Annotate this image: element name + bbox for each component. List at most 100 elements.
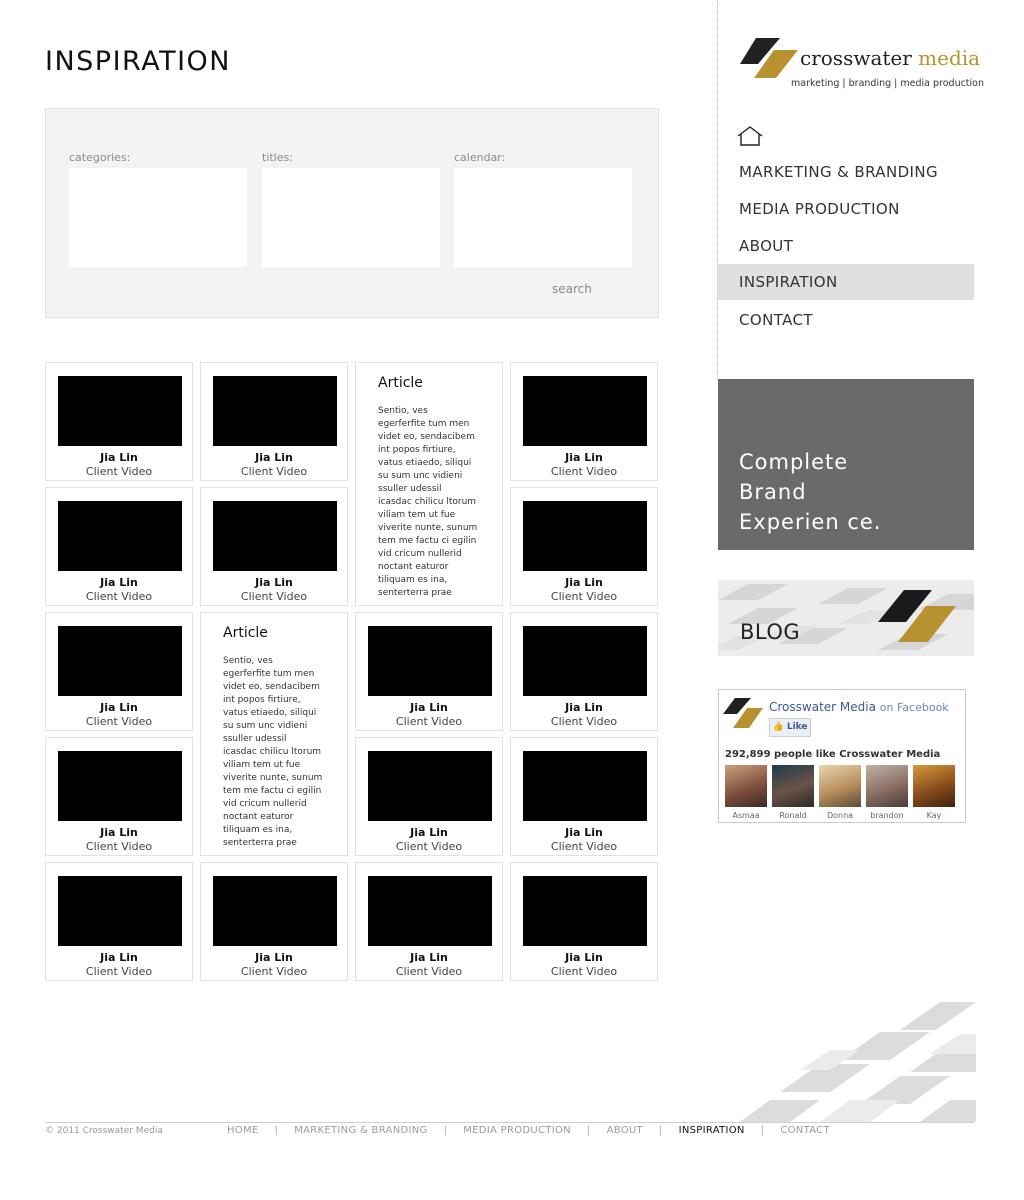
page-title: INSPIRATION (45, 46, 231, 77)
video-thumbnail[interactable] (523, 876, 647, 946)
facebook-on-text: on Facebook (879, 701, 949, 714)
video-tile[interactable]: Jia Lin Client Video (200, 362, 348, 481)
fan-name: Donna (826, 811, 854, 820)
video-thumbnail[interactable] (368, 626, 492, 696)
footer-link-contact[interactable]: CONTACT (780, 1125, 830, 1136)
video-tile[interactable]: Jia Lin Client Video (510, 487, 658, 606)
calendar-list[interactable] (454, 168, 632, 267)
video-thumbnail[interactable] (368, 751, 492, 821)
article-title: Article (223, 625, 268, 641)
article-card[interactable]: Article Sentio, ves egerferfite tum men v… (200, 612, 348, 856)
titles-list[interactable] (262, 168, 440, 267)
video-thumbnail[interactable] (213, 876, 337, 946)
video-tile[interactable]: Jia Lin Client Video (510, 737, 658, 856)
fan-avatar[interactable]: Asmaa (725, 765, 767, 820)
video-thumbnail[interactable] (58, 751, 182, 821)
nav-item-marketing-branding[interactable]: MARKETING & BRANDING (718, 154, 974, 190)
video-thumbnail[interactable] (368, 876, 492, 946)
search-button[interactable]: search (552, 282, 592, 296)
nav-item-about[interactable]: ABOUT (718, 228, 974, 264)
categories-label: categories: (69, 151, 131, 164)
tile-name: Jia Lin (410, 826, 448, 839)
tile-kind: Client Video (550, 715, 618, 728)
crosswater-logo[interactable]: crosswater media marketing | branding | … (740, 34, 984, 92)
tile-name: Jia Lin (100, 451, 138, 464)
video-thumbnail[interactable] (58, 501, 182, 571)
like-count-text: 292,899 people like (725, 749, 836, 760)
like-count-page: Crosswater Media (839, 749, 941, 760)
video-tile[interactable]: Jia Lin Client Video (45, 612, 193, 731)
nav-item-inspiration[interactable]: INSPIRATION (718, 264, 974, 300)
video-tile[interactable]: Jia Lin Client Video (45, 737, 193, 856)
video-tile[interactable]: Jia Lin Client Video (45, 487, 193, 606)
page-logo-icon (723, 698, 763, 728)
tile-kind: Client Video (395, 715, 463, 728)
tile-kind: Client Video (550, 840, 618, 853)
fan-name: brandon (870, 811, 904, 820)
calendar-label: calendar: (454, 151, 506, 164)
video-tile[interactable]: Jia Lin Client Video (200, 487, 348, 606)
logo-wordmark: crosswater media (800, 46, 980, 70)
video-thumbnail[interactable] (58, 376, 182, 446)
avatar (725, 765, 767, 807)
blog-banner[interactable]: BLOG (718, 580, 974, 656)
footer-link-media-production[interactable]: MEDIA PRODUCTION (463, 1125, 571, 1136)
tile-kind: Client Video (550, 965, 618, 978)
categories-list[interactable] (69, 168, 247, 267)
fan-avatar[interactable]: Ronald (772, 765, 814, 820)
tile-kind: Client Video (240, 590, 308, 603)
nav-item-contact[interactable]: CONTACT (718, 302, 974, 338)
footer-separator: | (443, 1125, 448, 1136)
video-thumbnail[interactable] (58, 626, 182, 696)
video-tile[interactable]: Jia Lin Client Video (355, 862, 503, 981)
fan-avatar[interactable]: Donna (819, 765, 861, 820)
tile-kind: Client Video (85, 840, 153, 853)
nav-item-media-production[interactable]: MEDIA PRODUCTION (718, 191, 974, 227)
video-tile[interactable]: Jia Lin Client Video (510, 362, 658, 481)
corner-pattern-icon (740, 1002, 976, 1122)
tile-name: Jia Lin (565, 951, 603, 964)
video-tile[interactable]: Jia Lin Client Video (355, 612, 503, 731)
video-thumbnail[interactable] (58, 876, 182, 946)
footer-link-home[interactable]: HOME (227, 1125, 259, 1136)
filter-panel: categories: titles: calendar: search (45, 108, 659, 318)
footer-link-inspiration[interactable]: INSPIRATION (679, 1125, 745, 1136)
facebook-like-box: Crosswater Media on Facebook 👍 Like 292,… (718, 689, 966, 823)
video-tile[interactable]: Jia Lin Client Video (45, 362, 193, 481)
footer-divider (45, 1122, 974, 1123)
fan-name: Ronald (779, 811, 807, 820)
video-thumbnail[interactable] (213, 376, 337, 446)
facebook-like-button[interactable]: 👍 Like (769, 718, 811, 737)
facebook-page-name[interactable]: Crosswater Media on Facebook (769, 700, 949, 714)
video-thumbnail[interactable] (523, 626, 647, 696)
video-tile[interactable]: Jia Lin Client Video (200, 862, 348, 981)
facebook-page-link[interactable]: Crosswater Media (769, 700, 876, 714)
fan-avatar[interactable]: brandon (866, 765, 908, 820)
tile-name: Jia Lin (255, 451, 293, 464)
thumbs-up-icon: 👍 (772, 722, 784, 732)
video-tile[interactable]: Jia Lin Client Video (355, 737, 503, 856)
footer-link-marketing-branding[interactable]: MARKETING & BRANDING (294, 1125, 427, 1136)
blog-label: BLOG (740, 620, 801, 644)
footer-link-about[interactable]: ABOUT (607, 1125, 643, 1136)
like-label: Like (786, 722, 808, 732)
video-thumbnail[interactable] (523, 501, 647, 571)
tile-name: Jia Lin (565, 451, 603, 464)
tile-name: Jia Lin (100, 951, 138, 964)
video-tile[interactable]: Jia Lin Client Video (45, 862, 193, 981)
video-tile[interactable]: Jia Lin Client Video (510, 862, 658, 981)
tile-kind: Client Video (85, 465, 153, 478)
tile-kind: Client Video (395, 840, 463, 853)
fan-avatar[interactable]: Kay (913, 765, 955, 820)
video-tile[interactable]: Jia Lin Client Video (510, 612, 658, 731)
facebook-like-count: 292,899 people like Crosswater Media (725, 749, 940, 760)
video-thumbnail[interactable] (523, 751, 647, 821)
tile-name: Jia Lin (565, 576, 603, 589)
tile-kind: Client Video (550, 590, 618, 603)
video-thumbnail[interactable] (213, 501, 337, 571)
fan-name: Kay (926, 811, 942, 820)
home-icon[interactable] (737, 125, 763, 147)
article-card[interactable]: Article Sentio, ves egerferfite tum men v… (355, 362, 503, 606)
video-thumbnail[interactable] (523, 376, 647, 446)
footer-separator: | (760, 1125, 765, 1136)
